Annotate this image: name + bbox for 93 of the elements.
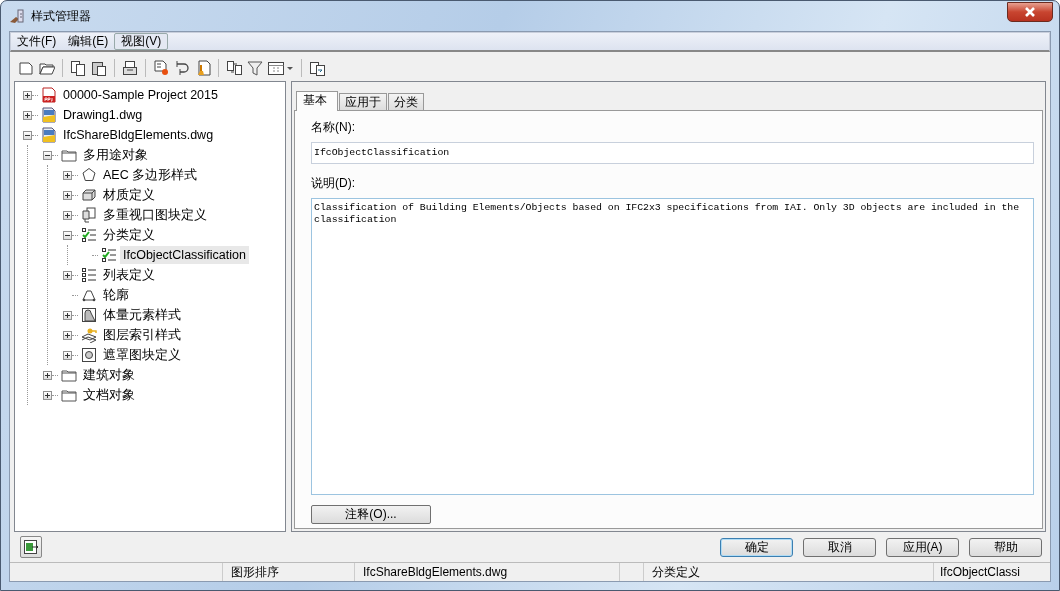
pentagon-icon [81, 167, 97, 183]
block-icon [81, 187, 97, 203]
tree-item[interactable]: 体量元素样式 [100, 304, 184, 326]
plus-icon [44, 371, 51, 379]
tree-item[interactable]: 分类定义 [100, 224, 158, 246]
plus-icon [64, 311, 71, 319]
collapse-toggle[interactable] [63, 230, 72, 240]
dialog-button[interactable]: 确定 [720, 537, 793, 557]
plus-icon [64, 191, 71, 199]
new-style-icon[interactable] [153, 60, 169, 76]
folder-icon [61, 387, 77, 403]
tree-item[interactable]: 文档对象 [80, 384, 138, 406]
plus-icon [64, 171, 71, 179]
close-icon [1024, 6, 1036, 17]
plus-icon [64, 271, 71, 279]
tree-item[interactable]: 材质定义 [100, 184, 158, 206]
dialog-button[interactable]: 帮助 [969, 537, 1042, 557]
mass-icon [81, 307, 97, 323]
dialog-button[interactable]: 取消 [803, 537, 876, 557]
expand-toggle[interactable] [63, 330, 72, 340]
tree-item[interactable]: 遮罩图块定义 [100, 344, 184, 366]
window-title: 样式管理器 [31, 7, 91, 25]
name-field[interactable]: IfcObjectClassification [311, 142, 1034, 164]
menu-item[interactable]: 编辑(E) [62, 33, 115, 50]
views-icon [81, 207, 97, 223]
status-text: IfcObjectClassi [939, 564, 1022, 581]
list-icon [81, 267, 97, 283]
drawing-file-icon [41, 127, 57, 143]
expand-toggle[interactable] [63, 210, 72, 220]
project-file-icon [41, 87, 57, 103]
mask-block-icon [81, 347, 97, 363]
compare-icon[interactable] [226, 60, 242, 76]
expand-toggle[interactable] [43, 370, 52, 380]
new-document-icon[interactable] [18, 60, 34, 76]
field-label: 说明(D): [311, 175, 356, 192]
plus-icon [44, 391, 51, 399]
export-icon[interactable] [309, 60, 325, 76]
field-label: 名称(N): [311, 119, 356, 136]
plus-icon [64, 211, 71, 219]
plus-icon [64, 351, 71, 359]
expand-toggle[interactable] [63, 310, 72, 320]
close-button[interactable] [1007, 1, 1053, 22]
plus-icon [24, 91, 31, 99]
expand-toggle[interactable] [23, 90, 32, 100]
profile-icon [81, 287, 97, 303]
collapse-toggle[interactable] [23, 130, 32, 140]
status-text: IfcShareBldgElements.dwg [355, 563, 620, 581]
open-folder-icon[interactable] [39, 60, 55, 76]
tree-item[interactable]: 多重视口图块定义 [100, 204, 210, 226]
tree-item[interactable]: IfcShareBldgElements.dwg [60, 126, 217, 144]
collapse-toggle[interactable] [43, 150, 52, 160]
tree-item[interactable]: 多用途对象 [80, 144, 151, 166]
tree-item[interactable]: Drawing1.dwg [60, 106, 146, 124]
expand-toggle[interactable] [63, 170, 72, 180]
tree-item[interactable]: 图层索引样式 [100, 324, 184, 346]
tab[interactable]: 应用于 [339, 93, 387, 110]
layers-key-icon [81, 327, 97, 343]
broom-document-icon[interactable] [195, 60, 211, 76]
tree-item[interactable]: 列表定义 [100, 264, 158, 286]
menu-item[interactable]: 视图(V) [114, 33, 169, 50]
tray-icon[interactable] [122, 60, 138, 76]
plus-icon [24, 111, 31, 119]
paste-icon[interactable] [91, 60, 107, 76]
tree-item[interactable]: AEC 多边形样式 [100, 164, 201, 186]
expand-toggle[interactable] [23, 110, 32, 120]
description-field[interactable]: Classification of Building Elements/Objects based on IFC2x3 specifications from IAI. Only 3D objects are included in the classification [311, 198, 1034, 495]
checklist-icon [81, 227, 97, 243]
folder-icon [61, 147, 77, 163]
copy-icon[interactable] [70, 60, 86, 76]
expand-toggle[interactable] [63, 190, 72, 200]
menu-item[interactable]: 文件(F) [11, 33, 63, 50]
filter-icon[interactable] [247, 60, 263, 76]
tree-item[interactable]: 轮廓 [100, 284, 132, 306]
tab[interactable]: 分类 [388, 93, 424, 110]
checklist-icon [101, 247, 117, 263]
tab[interactable]: 基本 [296, 91, 338, 111]
folder-icon [61, 367, 77, 383]
icon-button[interactable] [20, 536, 42, 558]
grid-view-icon[interactable] [268, 60, 294, 76]
expand-toggle[interactable] [63, 350, 72, 360]
notes-button[interactable]: 注释(O)... [311, 505, 431, 524]
expand-toggle[interactable] [43, 390, 52, 400]
status-text: 分类定义 [644, 563, 934, 581]
export-icon [23, 539, 39, 555]
drawing-file-icon [41, 107, 57, 123]
app-icon [9, 8, 25, 24]
dialog-button[interactable]: 应用(A) [886, 537, 959, 557]
plus-icon [64, 331, 71, 339]
expand-toggle[interactable] [63, 270, 72, 280]
tree-item[interactable]: IfcObjectClassification [120, 246, 249, 264]
tree-item[interactable]: 00000-Sample Project 2015 [60, 86, 221, 104]
tree-item[interactable]: 建筑对象 [80, 364, 138, 386]
status-text: 图形排序 [223, 563, 355, 581]
